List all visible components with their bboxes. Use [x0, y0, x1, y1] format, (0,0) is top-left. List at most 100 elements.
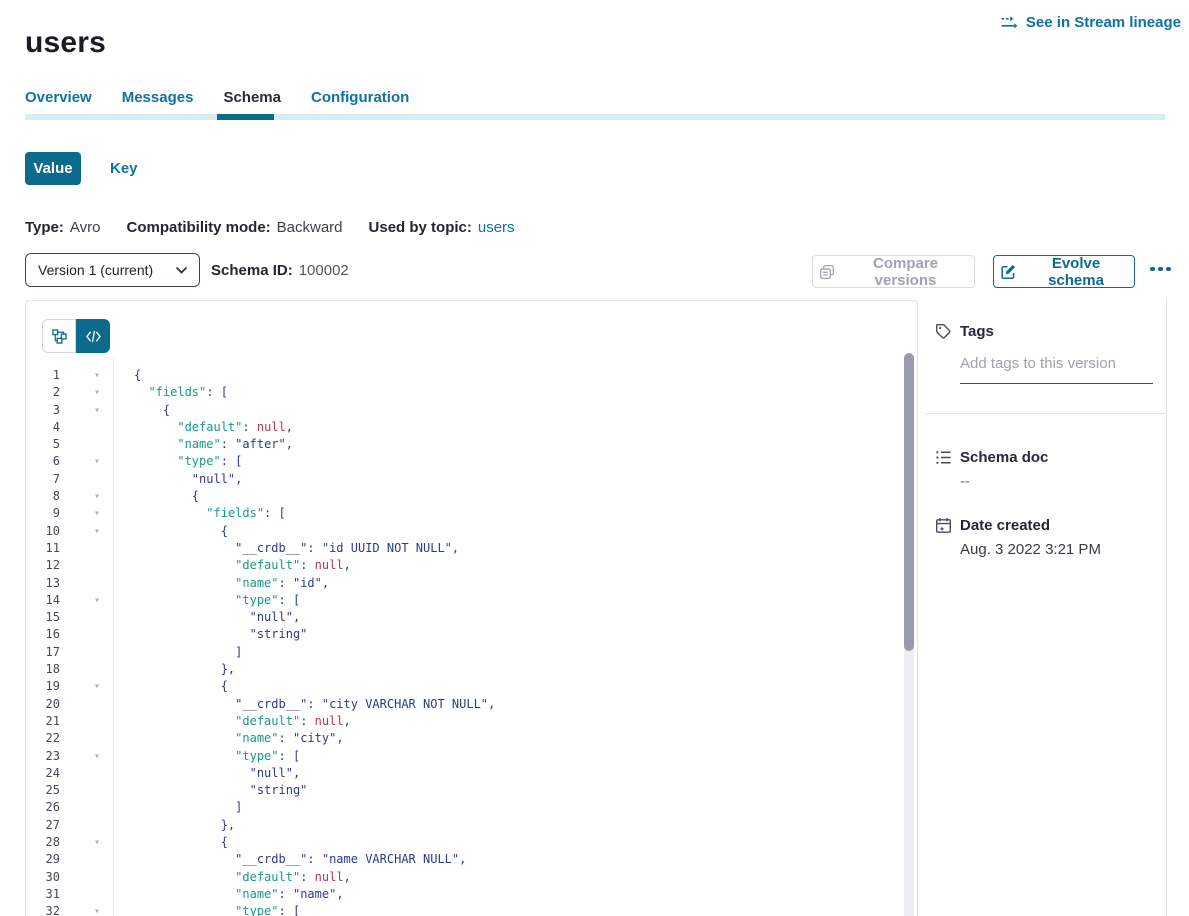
more-actions-button[interactable] — [1146, 255, 1175, 283]
date-created-value: Aug. 3 2022 3:21 PM — [960, 541, 1101, 558]
key-toggle-button[interactable]: Key — [104, 152, 144, 185]
fold-toggle-icon[interactable]: ▾ — [60, 453, 106, 470]
fold-spacer — [60, 799, 106, 816]
fold-spacer — [60, 471, 106, 488]
schema-doc-title: Schema doc — [960, 449, 1048, 466]
fold-toggle-icon[interactable]: ▾ — [60, 678, 106, 695]
code-text: { — [106, 678, 228, 695]
line-number: 13 — [26, 575, 60, 592]
code-text: "name": "city", — [106, 730, 344, 747]
topic-link[interactable]: users — [478, 219, 515, 236]
line-number: 27 — [26, 817, 60, 834]
code-view-button[interactable] — [76, 319, 110, 353]
line-number: 22 — [26, 730, 60, 747]
evolve-schema-label: Evolve schema — [1024, 255, 1128, 289]
code-text: "string" — [106, 782, 307, 799]
date-created-title: Date created — [960, 517, 1050, 534]
line-number: 30 — [26, 869, 60, 886]
evolve-schema-button[interactable]: Evolve schema — [993, 255, 1135, 288]
schema-doc-value: -- — [960, 473, 970, 490]
add-tags-input[interactable] — [960, 355, 1153, 384]
code-text: "name": "name", — [106, 886, 344, 903]
code-text: "null", — [106, 609, 300, 626]
code-text: { — [106, 488, 199, 505]
line-number: 26 — [26, 799, 60, 816]
code-text: "null", — [106, 765, 300, 782]
code-line: 20 "__crdb__": "city VARCHAR NOT NULL", — [26, 696, 901, 713]
fold-spacer — [60, 817, 106, 834]
version-dropdown[interactable]: Version 1 (current) — [25, 253, 200, 287]
compare-versions-button[interactable]: Compare versions — [812, 255, 975, 288]
fold-spacer — [60, 782, 106, 799]
fold-spacer — [60, 609, 106, 626]
code-text: "__crdb__": "city VARCHAR NOT NULL", — [106, 696, 495, 713]
code-line: 6▾ "type": [ — [26, 453, 901, 470]
viewer-mode-toggle — [42, 319, 110, 353]
fold-spacer — [60, 626, 106, 643]
code-line: 13 "name": "id", — [26, 575, 901, 592]
code-scrollbar-thumb[interactable] — [904, 353, 914, 651]
code-text: "type": [ — [106, 592, 300, 609]
code-line: 7 "null", — [26, 471, 901, 488]
fold-toggle-icon[interactable]: ▾ — [60, 523, 106, 540]
code-line: 1▾{ — [26, 367, 901, 384]
fold-spacer — [60, 575, 106, 592]
tab-overview[interactable]: Overview — [25, 89, 92, 106]
fold-toggle-icon[interactable]: ▾ — [60, 367, 106, 384]
code-line: 14▾ "type": [ — [26, 592, 901, 609]
tab-messages[interactable]: Messages — [122, 89, 194, 106]
schema-doc-section-header: Schema doc — [935, 449, 1048, 466]
code-line: 19▾ { — [26, 678, 901, 695]
fold-toggle-icon[interactable]: ▾ — [60, 402, 106, 419]
value-toggle-button[interactable]: Value — [25, 152, 81, 185]
code-line: 10▾ { — [26, 523, 901, 540]
code-text: "default": null, — [106, 869, 351, 886]
line-number: 28 — [26, 834, 60, 851]
tag-icon — [935, 323, 952, 340]
stream-lineage-label: See in Stream lineage — [1026, 14, 1181, 31]
fold-toggle-icon[interactable]: ▾ — [60, 488, 106, 505]
line-number: 32 — [26, 903, 60, 916]
fold-toggle-icon[interactable]: ▾ — [60, 834, 106, 851]
code-text: { — [106, 523, 228, 540]
fold-toggle-icon[interactable]: ▾ — [60, 748, 106, 765]
line-number: 19 — [26, 678, 60, 695]
line-number: 14 — [26, 592, 60, 609]
fold-toggle-icon[interactable]: ▾ — [60, 384, 106, 401]
code-line: 2▾ "fields": [ — [26, 384, 901, 401]
code-line: 22 "name": "city", — [26, 730, 901, 747]
code-line: 4 "default": null, — [26, 419, 901, 436]
line-number: 16 — [26, 626, 60, 643]
fold-toggle-icon[interactable]: ▾ — [60, 505, 106, 522]
code-line: 25 "string" — [26, 782, 901, 799]
schema-sidebar: Tags Schema doc -- — [918, 300, 1167, 916]
see-in-stream-lineage-link[interactable]: See in Stream lineage — [1000, 14, 1181, 31]
type-value: Avro — [70, 219, 101, 236]
tags-section-header: Tags — [935, 323, 994, 340]
line-number: 20 — [26, 696, 60, 713]
tab-schema[interactable]: Schema — [223, 89, 281, 106]
fold-toggle-icon[interactable]: ▾ — [60, 592, 106, 609]
line-number: 8 — [26, 488, 60, 505]
code-line: 15 "null", — [26, 609, 901, 626]
fold-toggle-icon[interactable]: ▾ — [60, 903, 106, 916]
schema-id-value: 100002 — [299, 262, 349, 279]
line-number: 12 — [26, 557, 60, 574]
code-text: "__crdb__": "id UUID NOT NULL", — [106, 540, 459, 557]
schema-page: users See in Stream lineage Overview Mes… — [0, 0, 1189, 916]
code-line: 23▾ "type": [ — [26, 748, 901, 765]
line-number: 5 — [26, 436, 60, 453]
line-number: 23 — [26, 748, 60, 765]
line-number: 4 — [26, 419, 60, 436]
code-lines: 1▾{2▾ "fields": [3▾ {4 "default": null,5… — [26, 367, 901, 916]
tree-view-button[interactable] — [42, 319, 76, 353]
code-text: }, — [106, 817, 235, 834]
version-dropdown-value: Version 1 (current) — [38, 262, 153, 278]
code-line: 11 "__crdb__": "id UUID NOT NULL", — [26, 540, 901, 557]
tab-configuration[interactable]: Configuration — [311, 89, 409, 106]
code-view-icon — [86, 330, 101, 343]
tree-view-icon — [52, 329, 67, 344]
code-text: { — [106, 834, 228, 851]
fold-spacer — [60, 730, 106, 747]
code-text: "fields": [ — [106, 384, 228, 401]
